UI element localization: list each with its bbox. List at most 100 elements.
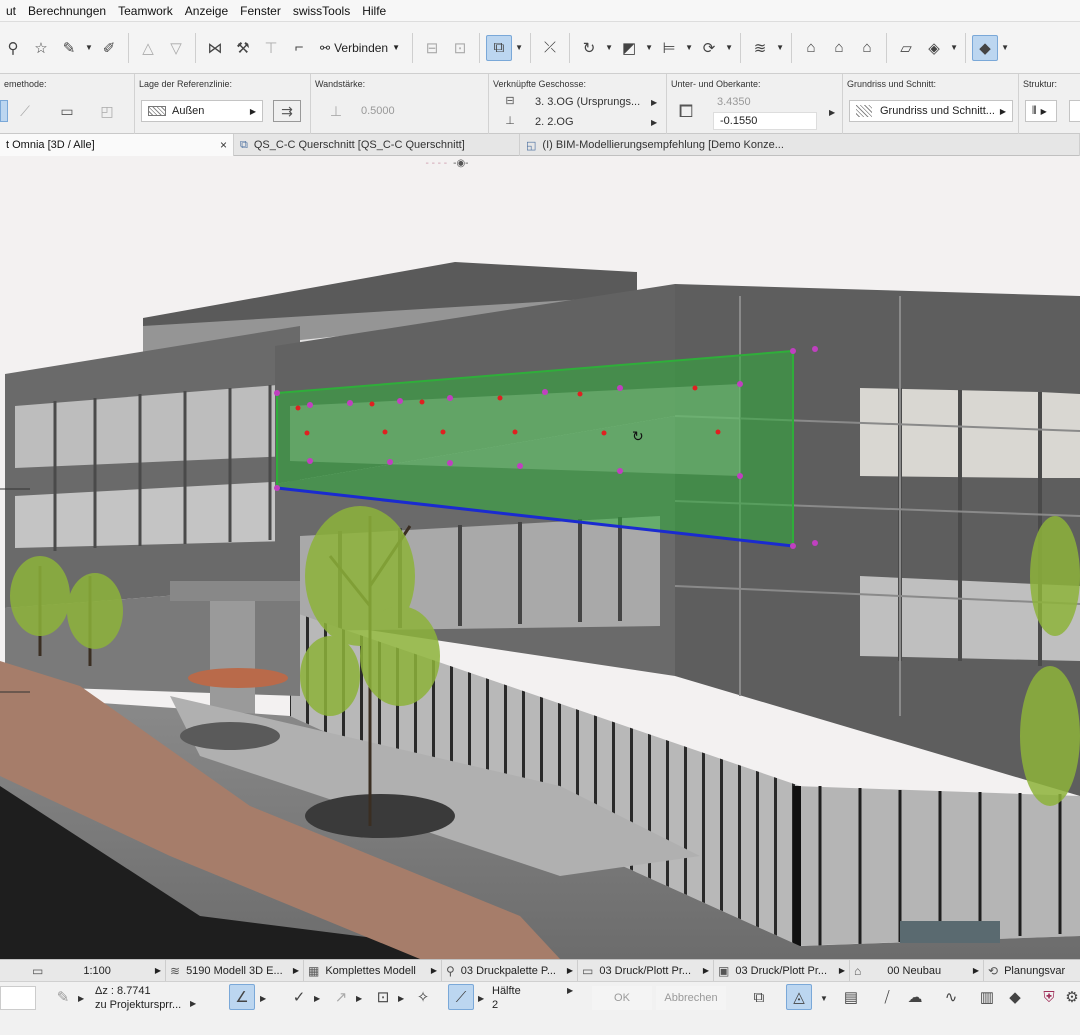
document-icon[interactable]: ▤	[838, 984, 864, 1010]
flip-reference-icon[interactable]: ⇉	[273, 100, 301, 122]
menu-item-swisstools[interactable]: swissTools	[287, 4, 356, 18]
mesh-icon[interactable]: ◈	[921, 35, 947, 61]
chevron-right-icon[interactable]: ▶	[78, 994, 84, 1003]
lock-icon[interactable]: ⤫	[537, 35, 563, 61]
bottom-story-value[interactable]: 2. 2.OG	[535, 116, 574, 128]
print-dropdown-2[interactable]: ▣ 03 Druck/Plott Pr... ▶	[714, 959, 850, 982]
reference-line-dropdown[interactable]: Außen ▶	[141, 100, 263, 122]
chevron-down-icon[interactable]: ▼	[775, 43, 785, 52]
magic-wand-icon[interactable]: ⚲	[0, 35, 26, 61]
top-story-value[interactable]: 3. 3.OG (Ursprungs...	[535, 96, 640, 108]
slab-icon[interactable]: ▱	[893, 35, 919, 61]
shield-icon[interactable]: ⛨	[1036, 984, 1062, 1010]
intersect-icon[interactable]: ⌐	[286, 35, 312, 61]
chevron-right-icon[interactable]: ▶	[356, 994, 362, 1003]
top-elevation-value[interactable]: 3.4350	[717, 96, 751, 108]
plan-section-dropdown[interactable]: Grundriss und Schnitt... ▶	[849, 100, 1013, 122]
pencil-icon[interactable]: ✎	[50, 984, 76, 1010]
cloud-icon[interactable]: ☁	[902, 984, 928, 1010]
adjust-icon[interactable]: ⊤	[258, 35, 284, 61]
chevron-down-icon[interactable]: ▼	[84, 43, 94, 52]
chevron-right-icon[interactable]: ▶	[651, 118, 657, 127]
chevron-right-icon[interactable]: ▶	[260, 994, 266, 1003]
menu-item-hilfe[interactable]: Hilfe	[356, 4, 392, 18]
3d-navigation-icon[interactable]: ◬	[786, 984, 812, 1010]
project-origin-label[interactable]: zu Projektursprr...	[95, 999, 181, 1011]
coordinate-input-box[interactable]	[0, 986, 36, 1010]
checkmark-icon[interactable]: ✓	[286, 984, 312, 1010]
chevron-down-icon[interactable]: ▼	[1000, 43, 1010, 52]
angle-guide-icon[interactable]: ∠	[229, 984, 255, 1010]
chevron-right-icon[interactable]: ▶	[829, 108, 835, 117]
triangle-up-icon[interactable]: △	[135, 35, 161, 61]
chevron-right-icon[interactable]: ▶	[314, 994, 320, 1003]
ungroup-icon[interactable]: ⊡	[447, 35, 473, 61]
hatch-icon[interactable]: ▥	[974, 984, 1000, 1010]
wall-thickness-value[interactable]: 0.5000	[361, 105, 395, 117]
triangle-down-icon[interactable]: ▽	[163, 35, 189, 61]
3d-viewport[interactable]: - - - - -◉- ↻	[0, 156, 1080, 959]
house-icon[interactable]: ⌂	[826, 35, 852, 61]
structure-dropdown[interactable]: ⫴ ▶	[1025, 100, 1057, 122]
snap-box-icon[interactable]: ⊡	[370, 984, 396, 1010]
chevron-right-icon[interactable]: ▶	[651, 98, 657, 107]
pen-set-dropdown[interactable]: ⚲ 03 Druckpalette P... ▶	[442, 959, 578, 982]
view-dropdown[interactable]: ≋ 5190 Modell 3D E... ▶	[166, 959, 304, 982]
roof-icon[interactable]: ⌂	[854, 35, 880, 61]
chevron-down-icon[interactable]: ▼	[684, 43, 694, 52]
mirror-icon[interactable]: ◩	[616, 35, 642, 61]
chevron-down-icon[interactable]: ▼	[604, 43, 614, 52]
display-order-icon[interactable]: ⧉	[486, 34, 513, 61]
curve-icon[interactable]: ∿	[938, 984, 964, 1010]
chevron-down-icon[interactable]: ▼	[949, 43, 959, 52]
planning-dropdown[interactable]: ⟲ Planungsvar	[984, 960, 1080, 982]
chevron-right-icon[interactable]: ▶	[567, 986, 573, 995]
tab-layout[interactable]: ◱ (I) BIM-Modellierungsempfehlung [Demo …	[520, 134, 1080, 156]
tab-3d-view[interactable]: t Omnia [3D / Alle] ×	[0, 134, 234, 156]
ok-button[interactable]: OK	[592, 986, 652, 1010]
model-dropdown[interactable]: ▦ Komplettes Modell ▶	[304, 959, 442, 982]
straight-wall-icon[interactable]	[0, 100, 8, 122]
favorites-star-icon[interactable]: ☆	[28, 35, 54, 61]
chevron-down-icon[interactable]: ▼	[644, 43, 654, 52]
layers-icon[interactable]: ≋	[747, 35, 773, 61]
close-icon[interactable]: ×	[220, 138, 227, 152]
chevron-right-icon[interactable]: ▶	[398, 994, 404, 1003]
syringe-icon[interactable]: ✐	[96, 35, 122, 61]
chevron-down-icon[interactable]: ▼	[724, 43, 734, 52]
menu-item-fenster[interactable]: Fenster	[234, 4, 287, 18]
chain-wall-icon[interactable]: ⟋	[14, 100, 36, 122]
tab-section-view[interactable]: ⧉ QS_C-C Querschnitt [QS_C-C Querschnitt…	[234, 134, 520, 156]
align-icon[interactable]: ⊨	[656, 35, 682, 61]
cancel-button[interactable]: Abbrechen	[656, 986, 726, 1010]
ruler-icon[interactable]: ⧸	[874, 984, 900, 1010]
map-icon[interactable]: ⧉	[746, 984, 772, 1010]
split-icon[interactable]: ⚒	[230, 35, 256, 61]
group-icon[interactable]: ⊟	[419, 35, 445, 61]
chevron-down-icon[interactable]: ▼	[514, 43, 524, 52]
chevron-right-icon[interactable]: ▶	[478, 994, 484, 1003]
trim-icon[interactable]: ⋈	[202, 35, 228, 61]
renovation-dropdown[interactable]: ⌂ 00 Neubau ▶	[850, 959, 984, 982]
eyedropper-icon[interactable]: ✎	[56, 35, 82, 61]
rotated-box-icon[interactable]: ◰	[96, 100, 118, 122]
settings-icon[interactable]: ⚙	[1064, 984, 1080, 1010]
menu-item-anzeige[interactable]: Anzeige	[179, 4, 234, 18]
3d-view-icon[interactable]: ◆	[972, 34, 999, 61]
rotate-icon[interactable]: ↻	[576, 35, 602, 61]
chevron-right-icon[interactable]: ▶	[190, 999, 196, 1008]
structure-dropdown-2[interactable]	[1069, 100, 1080, 122]
print-dropdown-1[interactable]: ▭ 03 Druck/Plott Pr... ▶	[578, 959, 714, 982]
building-icon[interactable]: ⌂	[798, 35, 824, 61]
menu-item-berechnungen[interactable]: Berechnungen	[22, 4, 112, 18]
elevation-icon[interactable]: ⟳	[696, 35, 722, 61]
snap-guide-icon[interactable]: ⟋	[448, 984, 474, 1010]
menu-item-ut[interactable]: ut	[0, 4, 22, 18]
chevron-down-icon[interactable]: ▼	[820, 994, 828, 1003]
bottom-elevation-field[interactable]: -0.1550	[713, 112, 817, 130]
magic-wand-icon[interactable]: ✧	[410, 984, 436, 1010]
arrow-icon[interactable]: ↗	[328, 984, 354, 1010]
fill-icon[interactable]: ◆	[1002, 984, 1028, 1010]
scale-dropdown[interactable]: ▭ 1:100 ▶	[0, 959, 166, 982]
box-wall-icon[interactable]: ▭	[56, 100, 78, 122]
